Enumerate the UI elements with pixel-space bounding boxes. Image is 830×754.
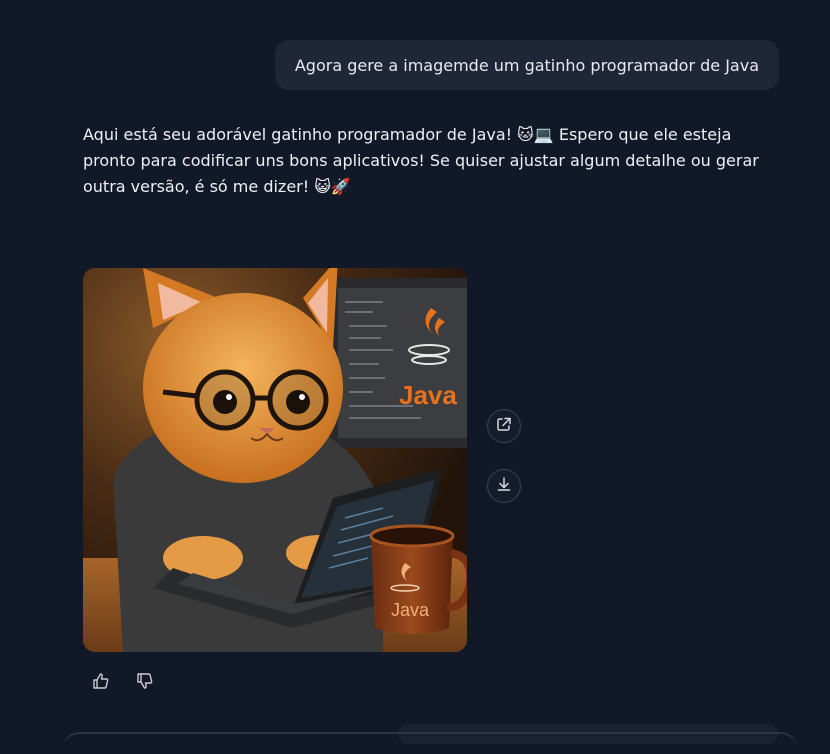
user-message-text: Agora gere a imagemde um gatinho program… xyxy=(294,55,759,75)
dislike-button[interactable] xyxy=(132,670,158,696)
like-button[interactable] xyxy=(88,670,114,696)
thumbs-down-icon xyxy=(136,672,154,694)
generated-image[interactable]: Java Java xyxy=(83,268,467,652)
download-button[interactable] xyxy=(487,469,521,503)
thumbs-up-icon xyxy=(92,672,110,694)
monitor: Java xyxy=(328,278,467,448)
share-icon xyxy=(496,416,512,436)
user-message-bubble: Agora gere a imagemde um gatinho program… xyxy=(274,40,779,90)
mug-java-logo: Java xyxy=(391,600,430,620)
share-button[interactable] xyxy=(487,409,521,443)
assistant-message: Aqui está seu adorável gatinho programad… xyxy=(83,125,759,196)
download-icon xyxy=(496,476,512,496)
monitor-java-logo: Java xyxy=(399,380,457,410)
message-composer[interactable] xyxy=(62,732,798,754)
